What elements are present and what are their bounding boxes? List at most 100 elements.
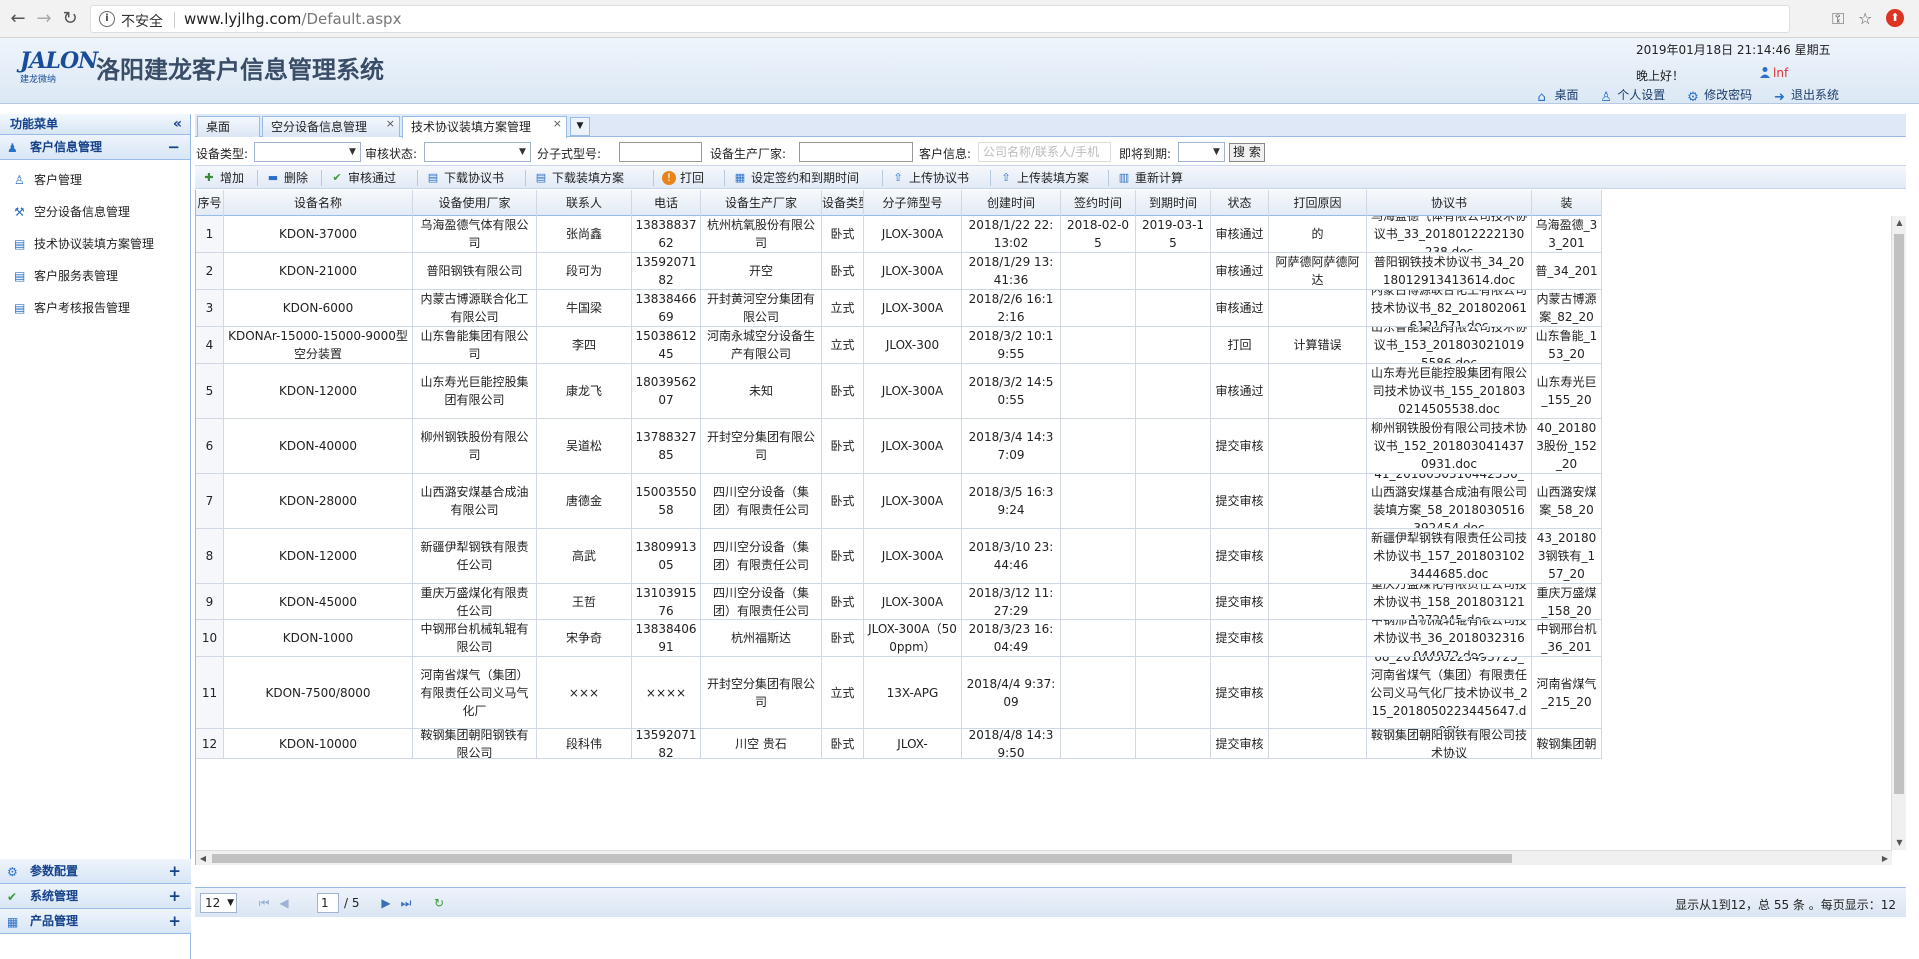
expand-icon[interactable]: + — [168, 884, 181, 909]
approve-button[interactable]: ✔ 审核通过 — [326, 168, 396, 188]
back-icon[interactable]: ← — [8, 9, 28, 29]
table-cell — [1136, 620, 1211, 656]
personal-settings-link[interactable]: ♙ 个人设置 — [1600, 86, 1665, 104]
download-agreement-button[interactable]: ▤ 下载协议书 — [422, 168, 504, 188]
scroll-thumb[interactable] — [212, 854, 1512, 863]
section-params[interactable]: ⚙ 参数配置 + — [0, 859, 191, 884]
page-number-input[interactable]: 1 — [317, 893, 339, 913]
column-header[interactable]: 签约时间 — [1061, 190, 1136, 216]
table-row[interactable]: 7 KDON-28000 山西潞安煤基合成油有限公司 唐德金 1500355058 四川空… — [196, 474, 1602, 529]
scroll-left-icon[interactable]: ◀ — [196, 851, 210, 865]
table-row[interactable]: 9 KDON-45000 重庆万盛煤化有限责任公司 王哲 1310391576 四川空分设… — [196, 584, 1602, 620]
table-row[interactable]: 5 KDON-12000 山东寿光巨能控股集团有限公司 康龙飞 1803956207 未知… — [196, 364, 1602, 419]
scroll-thumb[interactable] — [1894, 234, 1904, 794]
bookmark-star-icon[interactable]: ☆ — [1858, 9, 1872, 28]
desktop-link[interactable]: ⌂ 桌面 — [1537, 86, 1578, 104]
tab-tech-agreement[interactable]: 技术协议装填方案管理 × — [402, 116, 567, 138]
column-header[interactable]: 装 — [1532, 190, 1602, 216]
recalculate-button[interactable]: ▥ 重新计算 — [1113, 168, 1183, 188]
horizontal-scrollbar[interactable]: ◀ ▶ — [196, 850, 1892, 865]
table-cell: KDON-40000 — [224, 419, 413, 473]
forward-icon[interactable]: → — [34, 9, 54, 29]
sidebar-item-assessment[interactable]: ▤ 客户考核报告管理 — [0, 292, 190, 324]
collapse-icon[interactable]: − — [167, 135, 180, 160]
expand-icon[interactable]: + — [168, 909, 181, 934]
next-page-icon[interactable]: ▶ — [379, 896, 393, 910]
column-header[interactable]: 设备名称 — [224, 190, 413, 216]
username[interactable]: lnf — [1760, 66, 1788, 80]
column-header[interactable]: 打回原因 — [1269, 190, 1367, 216]
column-header[interactable]: 分子筛型号 — [864, 190, 962, 216]
column-header[interactable]: 协议书 — [1367, 190, 1532, 216]
section-product[interactable]: ▦ 产品管理 + — [0, 909, 191, 934]
reload-icon[interactable]: ↻ — [60, 9, 80, 29]
column-header[interactable]: 序号 — [196, 190, 224, 216]
column-header[interactable]: 设备使用厂家 — [413, 190, 537, 216]
table-row[interactable]: 3 KDON-6000 内蒙古博源联合化工有限公司 牛国梁 1383846669 开封黄河… — [196, 290, 1602, 327]
url-text[interactable]: www.lyjlhg.com/Default.aspx — [184, 10, 401, 28]
customer-info-input[interactable]: 公司名称/联系人/手机 — [978, 142, 1111, 162]
table-cell: 四川空分设备（集团）有限责任公司 — [701, 474, 822, 528]
vertical-scrollbar[interactable]: ▲ ▼ — [1891, 216, 1906, 850]
extension-icon[interactable]: ⬆ — [1886, 9, 1904, 27]
change-password-link[interactable]: ⚙ 修改密码 — [1687, 86, 1752, 104]
page-size-select[interactable]: 12 ▼ — [200, 893, 237, 913]
prev-page-icon[interactable]: ◀ — [277, 896, 291, 910]
sidebar-item-customer[interactable]: ♙ 客户管理 — [0, 164, 190, 196]
add-button[interactable]: ✚ 增加 — [198, 168, 244, 188]
table-row[interactable]: 6 KDON-40000 柳州钢铁股份有限公司 吴道松 1378832785 开封空分集团… — [196, 419, 1602, 474]
column-header[interactable]: 设备生产厂家 — [701, 190, 822, 216]
download-plan-button[interactable]: ▤ 下载装填方案 — [530, 168, 624, 188]
last-page-icon[interactable]: ⏭ — [399, 896, 413, 910]
refresh-icon[interactable]: ↻ — [432, 896, 446, 910]
table-cell: 卧式 — [822, 419, 864, 473]
equip-type-select[interactable]: ▼ — [254, 142, 361, 162]
scroll-down-icon[interactable]: ▼ — [1892, 836, 1906, 850]
column-header[interactable]: 到期时间 — [1136, 190, 1211, 216]
scroll-up-icon[interactable]: ▲ — [1892, 216, 1906, 230]
table-cell: 2018-02-05 — [1061, 216, 1136, 252]
logout-link[interactable]: ➜ 退出系统 — [1774, 86, 1839, 104]
search-button[interactable]: 搜 索 — [1229, 143, 1265, 162]
column-header[interactable]: 创建时间 — [962, 190, 1061, 216]
sidebar-item-equipment[interactable]: ⚒ 空分设备信息管理 — [0, 196, 190, 228]
tab-desktop[interactable]: 桌面 — [197, 116, 260, 137]
table-row[interactable]: 10 KDON-1000 中钢邢台机械轧辊有限公司 宋争奇 1383840691 杭州福斯… — [196, 620, 1602, 657]
address-bar[interactable]: i 不安全 www.lyjlhg.com/Default.aspx — [90, 5, 1790, 33]
set-dates-button[interactable]: ▦ 设定签约和到期时间 — [729, 168, 859, 188]
reject-button[interactable]: ! 打回 — [658, 168, 704, 188]
first-page-icon[interactable]: ⏮ — [257, 896, 271, 910]
key-icon[interactable]: ⚿ — [1832, 9, 1844, 29]
sieve-model-input[interactable] — [619, 142, 702, 162]
maker-input[interactable] — [799, 142, 913, 162]
table-row[interactable]: 8 KDON-12000 新疆伊犁钢铁有限责任公司 高武 1380991305 四川空分设… — [196, 529, 1602, 584]
close-tab-icon[interactable]: × — [386, 114, 395, 134]
collapse-sidebar-icon[interactable]: « — [173, 114, 182, 135]
scroll-right-icon[interactable]: ▶ — [1878, 851, 1892, 865]
section-system[interactable]: ✔ 系统管理 + — [0, 884, 191, 909]
table-row[interactable]: 2 KDON-21000 普阳钢铁有限公司 段可为 1359207182 开空 卧式 JLOX… — [196, 253, 1602, 290]
expire-soon-select[interactable]: ▼ — [1178, 142, 1225, 162]
tab-equipment[interactable]: 空分设备信息管理 × — [262, 116, 400, 137]
upload-plan-button[interactable]: ⇧ 上传装填方案 — [995, 168, 1089, 188]
table-cell: 1383883762 — [632, 216, 701, 252]
table-row[interactable]: 11 KDON-7500/8000 河南省煤气（集团）有限责任公司义马气化厂 ××× ×… — [196, 657, 1602, 729]
delete-button[interactable]: ▬ 删除 — [262, 168, 308, 188]
table-row[interactable]: 12 KDON-10000 鞍钢集团朝阳钢铁有限公司 段科伟 1359207182 川空 … — [196, 729, 1602, 759]
table-row[interactable]: 4 KDONAr-15000-15000-9000型空分装置 山东鲁能集团有限公司李… — [196, 327, 1602, 364]
review-status-select[interactable]: ▼ — [424, 142, 531, 162]
tab-menu-dropdown[interactable]: ▼ — [570, 117, 590, 136]
column-header[interactable]: 电话 — [632, 190, 701, 216]
column-header[interactable]: 设备类型 — [822, 190, 864, 216]
sidebar-item-tech-agreement[interactable]: ▤ 技术协议装填方案管理 — [0, 228, 190, 260]
close-tab-icon[interactable]: × — [553, 114, 562, 134]
table-cell: 1310391576 — [632, 584, 701, 619]
section-customer-info[interactable]: ♟ 客户信息管理 − — [0, 135, 190, 160]
table-row[interactable]: 1 KDON-37000 乌海盈德气体有限公司 张尚鑫 1383883762 杭州杭氧股份… — [196, 216, 1602, 253]
column-header[interactable]: 状态 — [1211, 190, 1269, 216]
info-icon[interactable]: i — [99, 11, 115, 27]
sidebar-item-service[interactable]: ▤ 客户服务表管理 — [0, 260, 190, 292]
column-header[interactable]: 联系人 — [537, 190, 632, 216]
expand-icon[interactable]: + — [168, 859, 181, 884]
upload-agreement-button[interactable]: ⇧ 上传协议书 — [887, 168, 969, 188]
